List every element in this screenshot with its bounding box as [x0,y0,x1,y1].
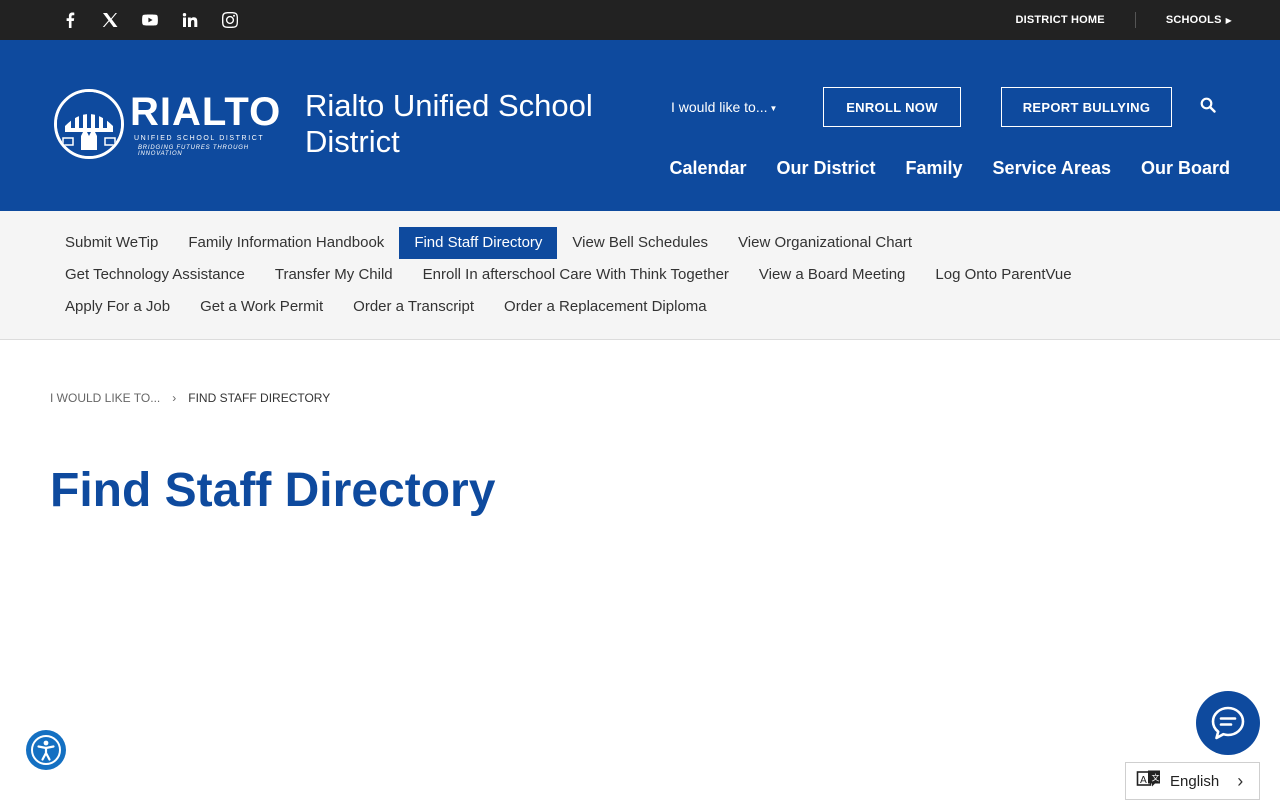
logo-emblem [54,89,124,159]
quick-link-afterschool-care[interactable]: Enroll In afterschool Care With Think To… [408,259,744,291]
enroll-now-button[interactable]: ENROLL NOW [823,87,961,127]
search-icon[interactable] [1200,97,1220,117]
nav-calendar[interactable]: Calendar [669,158,746,179]
language-label: English [1170,772,1220,790]
top-links: DISTRICT HOME SCHOOLS ▶ [1015,0,1232,40]
social-links [60,0,260,40]
quick-link-find-staff-directory[interactable]: Find Staff Directory [399,227,558,259]
quick-link-apply-job[interactable]: Apply For a Job [50,291,185,323]
translate-icon: A 文 [1136,770,1160,787]
main-nav: Calendar Our District Family Service Are… [639,158,1230,179]
top-bar: DISTRICT HOME SCHOOLS ▶ [0,0,1280,40]
nav-our-district[interactable]: Our District [776,158,875,179]
accessibility-icon [31,735,61,765]
caret-down-icon: ▼ [769,103,778,113]
quick-link-org-chart[interactable]: View Organizational Chart [723,227,927,259]
instagram-icon[interactable] [220,10,240,30]
district-home-link[interactable]: DISTRICT HOME [1015,14,1104,26]
breadcrumb-current: FIND STAFF DIRECTORY [188,391,331,405]
svg-text:文: 文 [1152,773,1160,783]
quick-link-submit-wetip[interactable]: Submit WeTip [50,227,173,259]
quick-link-replacement-diploma[interactable]: Order a Replacement Diploma [489,291,722,323]
quick-links-panel: Submit WeTip Family Information Handbook… [0,211,1280,340]
logo-tagline: BRIDGING FUTURES THROUGH INNOVATION [138,145,249,157]
logo-wordmark: RIALTO [130,90,282,134]
would-like-to-label: I would like to... [671,99,768,115]
breadcrumb: I WOULD LIKE TO... › FIND STAFF DIRECTOR… [50,391,330,405]
quick-link-parentvue[interactable]: Log Onto ParentVue [920,259,1086,291]
quick-link-work-permit[interactable]: Get a Work Permit [185,291,338,323]
linkedin-icon[interactable] [180,10,200,30]
nav-service-areas[interactable]: Service Areas [993,158,1111,179]
chevron-right-icon: › [1237,770,1244,791]
would-like-to-dropdown[interactable]: I would like to... ▼ [671,99,777,115]
youtube-icon[interactable] [140,10,160,30]
nav-our-board[interactable]: Our Board [1141,158,1230,179]
logo-subtitle: UNIFIED SCHOOL DISTRICT [134,135,265,142]
site-title[interactable]: Rialto Unified School District [305,88,635,160]
divider [1134,12,1136,28]
chat-button[interactable] [1196,691,1260,755]
quick-links-row: Apply For a Job Get a Work Permit Order … [50,291,722,323]
quick-link-board-meeting[interactable]: View a Board Meeting [744,259,920,291]
schools-dropdown[interactable]: SCHOOLS ▶ [1166,14,1232,26]
chevron-right-icon: › [172,391,177,405]
quick-link-transcript[interactable]: Order a Transcript [338,291,489,323]
schools-label: SCHOOLS [1165,14,1222,26]
nav-family[interactable]: Family [906,158,963,179]
x-icon[interactable] [100,10,120,30]
district-logo[interactable]: RIALTO UNIFIED SCHOOL DISTRICT BRIDGING … [54,89,280,161]
caret-right-icon: ▶ [1225,16,1232,25]
page-title: Find Staff Directory [50,464,496,517]
report-bullying-button[interactable]: REPORT BULLYING [1001,87,1172,127]
quick-link-tech-assistance[interactable]: Get Technology Assistance [50,259,260,291]
chat-bubble-icon [1211,706,1245,740]
quick-links-row: Submit WeTip Family Information Handbook… [50,227,927,259]
svg-text:A: A [1140,775,1147,786]
quick-link-bell-schedules[interactable]: View Bell Schedules [557,227,723,259]
language-selector[interactable]: A 文 English › [1125,762,1260,800]
quick-link-transfer-child[interactable]: Transfer My Child [260,259,408,291]
site-header: RIALTO UNIFIED SCHOOL DISTRICT BRIDGING … [0,40,1280,211]
facebook-icon[interactable] [60,10,80,30]
quick-link-family-handbook[interactable]: Family Information Handbook [173,227,399,259]
accessibility-button[interactable] [26,730,66,770]
breadcrumb-parent-link[interactable]: I WOULD LIKE TO... [50,391,160,405]
quick-links-row: Get Technology Assistance Transfer My Ch… [50,259,1087,291]
